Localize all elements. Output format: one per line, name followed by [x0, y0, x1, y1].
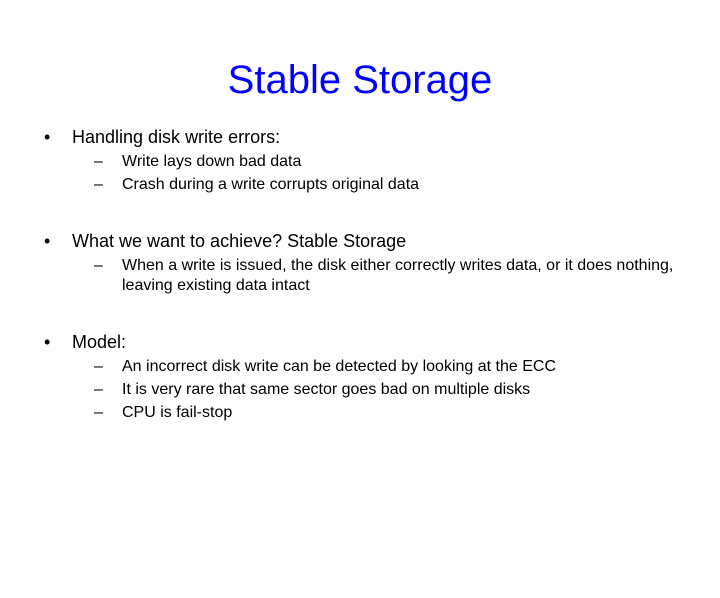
- bullet-2: • What we want to achieve? Stable Storag…: [42, 231, 678, 252]
- bullet-2-sublist: – When a write is issued, the disk eithe…: [94, 256, 678, 296]
- sub-item-text: Crash during a write corrupts original d…: [122, 175, 419, 195]
- sub-item: – It is very rare that same sector goes …: [94, 380, 678, 400]
- dash-icon: –: [94, 152, 122, 172]
- bullet-2-text: What we want to achieve? Stable Storage: [72, 231, 406, 252]
- bullet-3-sublist: – An incorrect disk write can be detecte…: [94, 357, 678, 423]
- sub-item: – CPU is fail-stop: [94, 403, 678, 423]
- bullet-1-text: Handling disk write errors:: [72, 127, 280, 148]
- bullet-dot-icon: •: [42, 231, 72, 252]
- sub-item-text: Write lays down bad data: [122, 152, 301, 172]
- sub-item-text: CPU is fail-stop: [122, 403, 232, 423]
- bullet-1: • Handling disk write errors:: [42, 127, 678, 148]
- bullet-3: • Model:: [42, 332, 678, 353]
- spacer: [42, 219, 678, 231]
- sub-item-text: An incorrect disk write can be detected …: [122, 357, 556, 377]
- sub-item-text: When a write is issued, the disk either …: [122, 256, 678, 296]
- dash-icon: –: [94, 380, 122, 400]
- dash-icon: –: [94, 175, 122, 195]
- slide-body: • Handling disk write errors: – Write la…: [0, 127, 720, 423]
- bullet-dot-icon: •: [42, 127, 72, 148]
- sub-item: – When a write is issued, the disk eithe…: [94, 256, 678, 296]
- dash-icon: –: [94, 357, 122, 377]
- sub-item: – Crash during a write corrupts original…: [94, 175, 678, 195]
- sub-item: – An incorrect disk write can be detecte…: [94, 357, 678, 377]
- dash-icon: –: [94, 403, 122, 423]
- sub-item-text: It is very rare that same sector goes ba…: [122, 380, 530, 400]
- dash-icon: –: [94, 256, 122, 296]
- slide-title: Stable Storage: [0, 58, 720, 103]
- bullet-3-text: Model:: [72, 332, 126, 353]
- bullet-1-sublist: – Write lays down bad data – Crash durin…: [94, 152, 678, 195]
- bullet-dot-icon: •: [42, 332, 72, 353]
- sub-item: – Write lays down bad data: [94, 152, 678, 172]
- spacer: [42, 320, 678, 332]
- slide: Stable Storage • Handling disk write err…: [0, 58, 720, 598]
